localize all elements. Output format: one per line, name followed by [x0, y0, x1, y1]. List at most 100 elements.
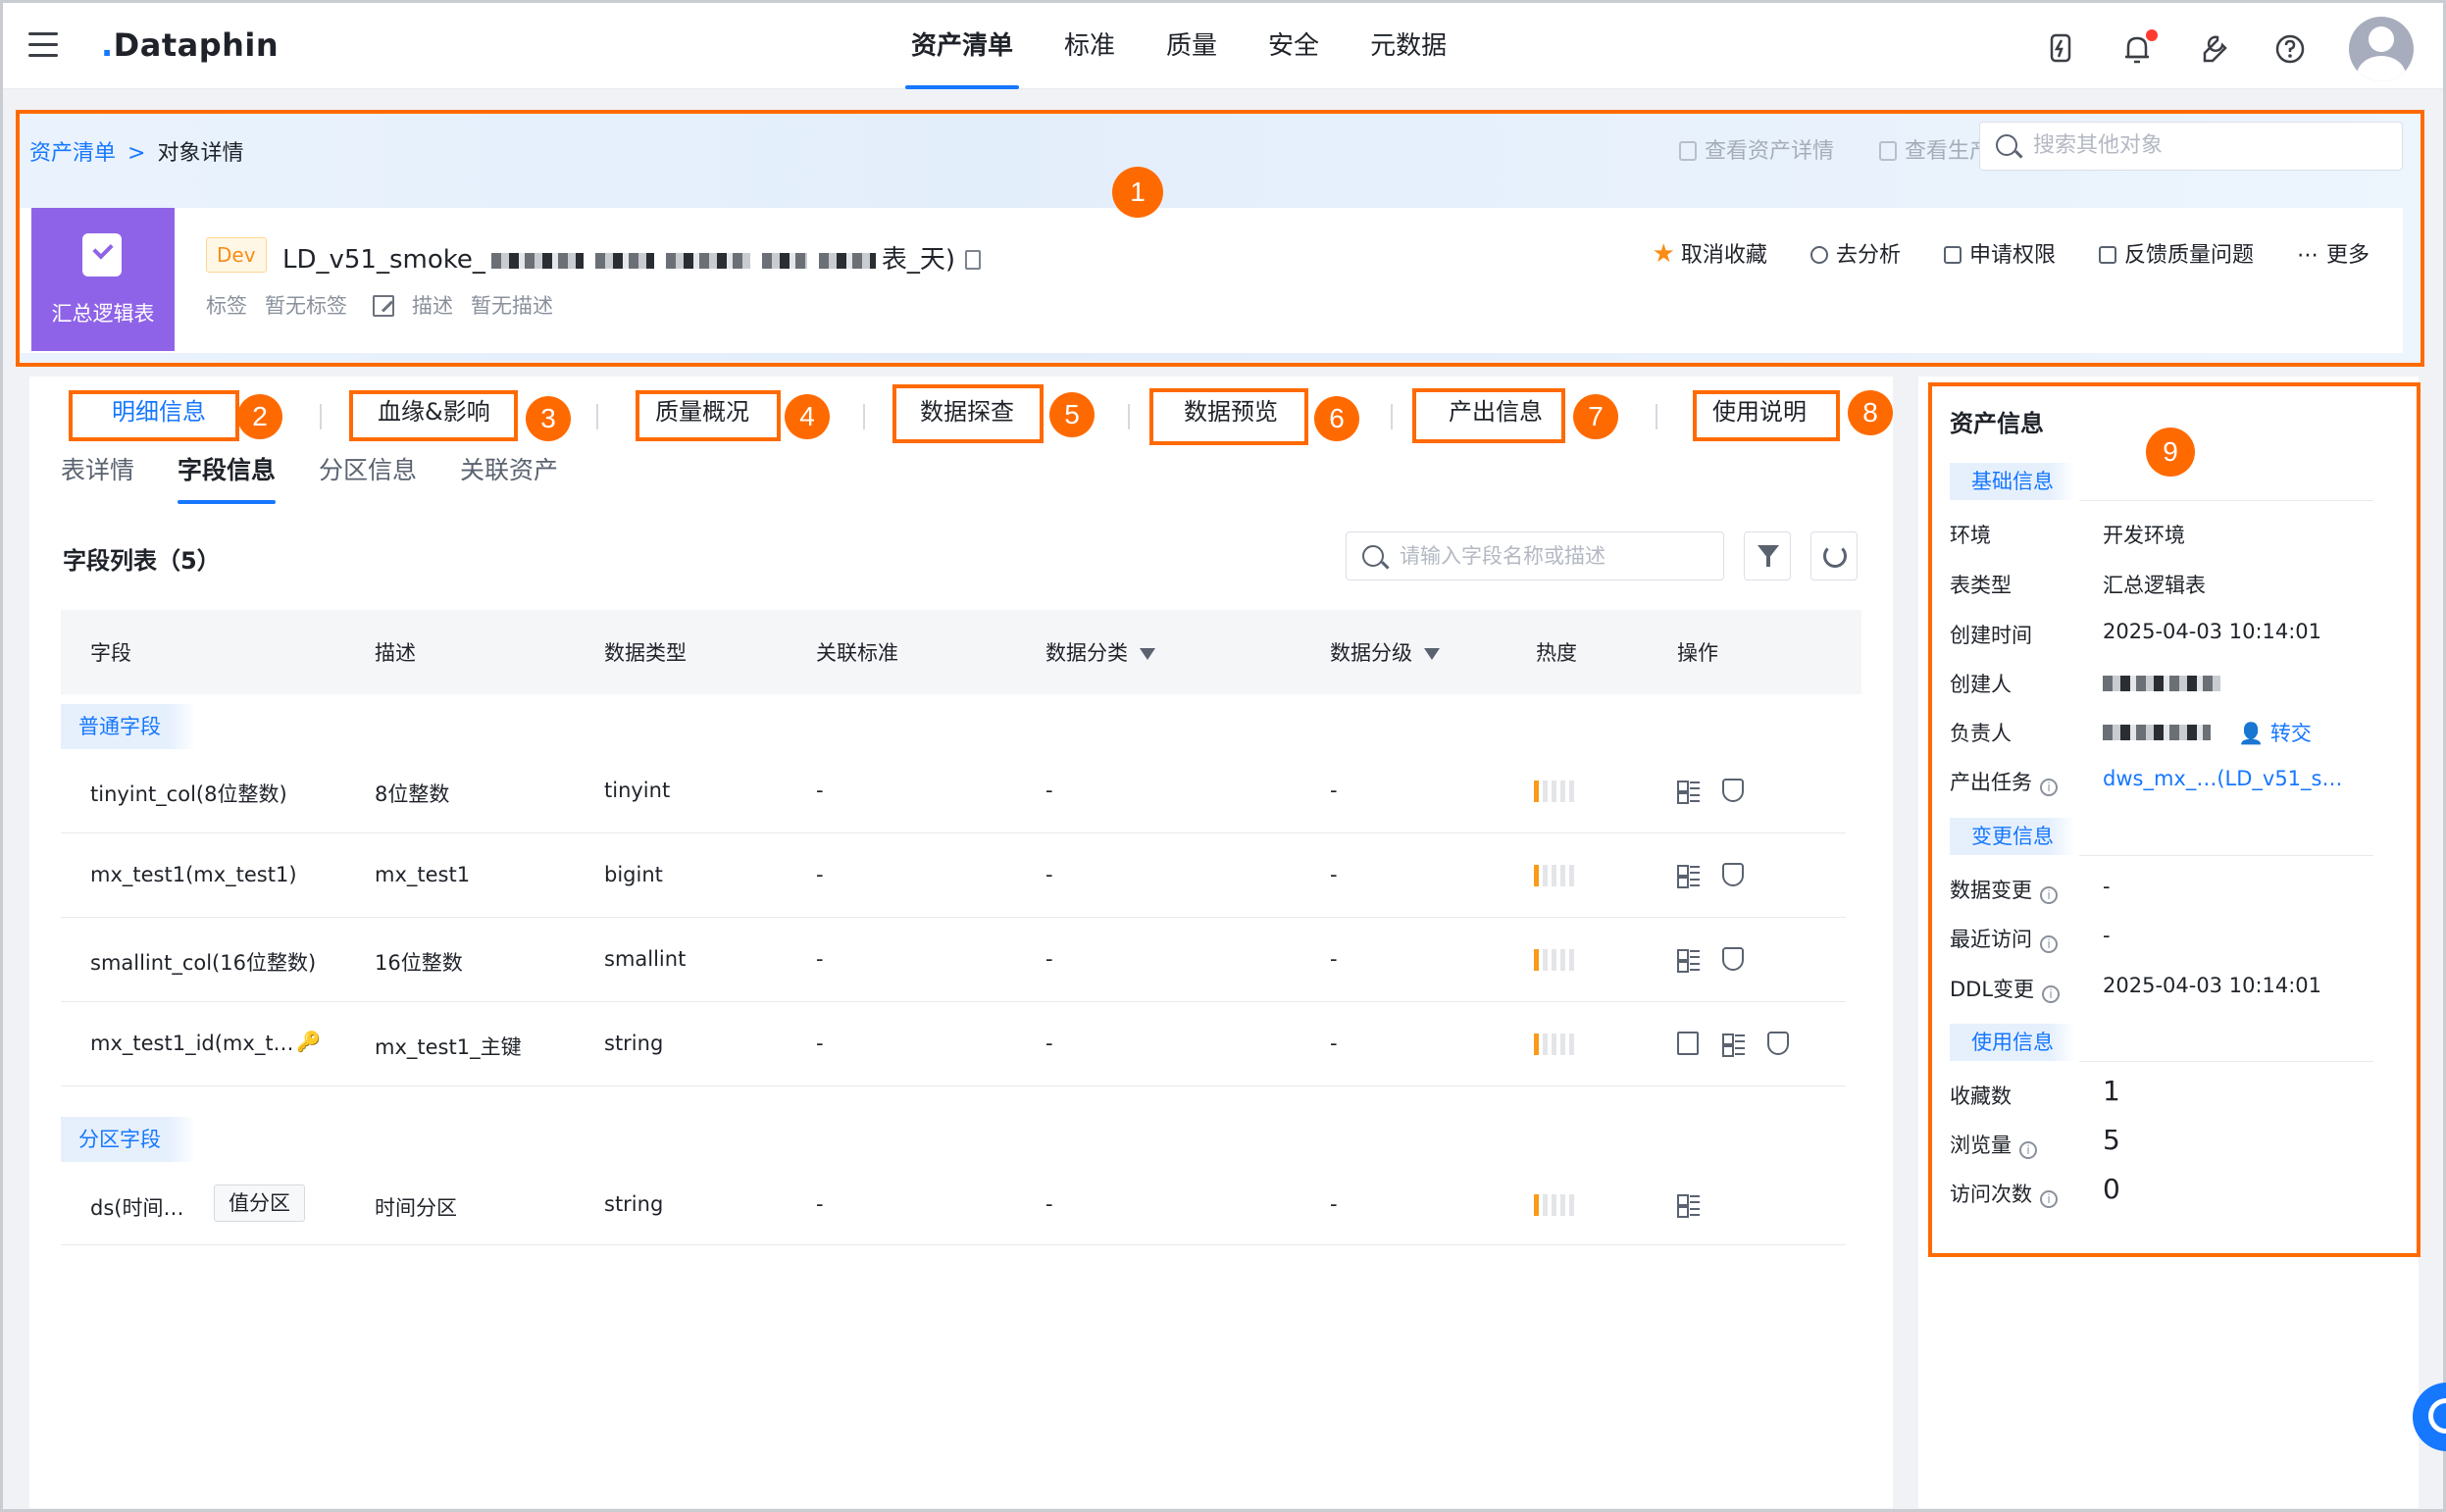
subtab-table-detail[interactable]: 表详情 [61, 451, 134, 504]
annotation-badge-7: 7 [1573, 394, 1618, 439]
heat-bar [1534, 781, 1574, 802]
annotation-badge-3: 3 [526, 396, 571, 441]
subtab-related-assets[interactable]: 关联资产 [460, 451, 558, 504]
cell-desc: 时间分区 [375, 1196, 457, 1220]
nav-tab-metadata[interactable]: 元数据 [1345, 3, 1472, 89]
table-row[interactable]: ds(时间… 值分区 时间分区 string - - - [61, 1163, 1846, 1245]
filter-icon[interactable] [1140, 648, 1155, 660]
annotation-badge-2: 2 [237, 394, 282, 439]
nav-icons [2043, 17, 2414, 81]
cell-type: smallint [604, 947, 687, 971]
annotation-box-9 [1928, 382, 2421, 1257]
cell-standard: - [816, 947, 824, 971]
filter-icon[interactable] [1424, 648, 1440, 660]
power-icon[interactable] [2043, 31, 2078, 67]
annotation-badge-8: 8 [1848, 390, 1893, 435]
logo-text: Dataphin [113, 26, 280, 64]
col-field: 字段 [90, 641, 131, 665]
table-header: 字段 描述 数据类型 关联标准 数据分类 数据分级 热度 操作 [61, 610, 1861, 694]
annotation-box-1 [16, 110, 2424, 367]
col-heat: 热度 [1536, 641, 1577, 665]
bell-icon[interactable] [2119, 29, 2158, 67]
shield-icon[interactable] [1722, 779, 1744, 802]
col-desc: 描述 [375, 641, 416, 665]
cell-level: - [1330, 1032, 1338, 1055]
cell-standard: - [816, 779, 824, 802]
cell-desc: mx_test1_主键 [375, 1035, 522, 1059]
tab-divider [1128, 404, 1130, 429]
shield-icon[interactable] [1767, 1032, 1789, 1055]
shield-icon[interactable] [1722, 863, 1744, 886]
cell-desc: mx_test1 [375, 863, 471, 886]
col-classification[interactable]: 数据分类 [1045, 637, 1155, 667]
heat-bar [1534, 1033, 1574, 1055]
cell-desc: 8位整数 [375, 782, 450, 806]
user-avatar[interactable] [2349, 17, 2414, 81]
menu-icon[interactable] [28, 32, 58, 58]
refresh-button[interactable] [1810, 531, 1858, 580]
help-icon[interactable] [2272, 31, 2308, 67]
table-row[interactable]: smallint_col(16位整数) 16位整数 smallint - - - [61, 918, 1846, 1002]
nav-tab-standard[interactable]: 标准 [1039, 3, 1141, 89]
cell-classification: - [1045, 1192, 1053, 1216]
doc-search-icon[interactable] [1677, 1032, 1699, 1055]
group-partition-fields: 分区字段 [61, 1117, 196, 1162]
detail-list-icon[interactable] [1677, 947, 1700, 973]
table-row[interactable]: tinyint_col(8位整数) 8位整数 tinyint - - - [61, 749, 1846, 833]
cell-field: smallint_col(16位整数) [90, 951, 317, 975]
cell-classification: - [1045, 779, 1053, 802]
cell-field: ds(时间… [90, 1196, 184, 1220]
filter-icon [1758, 545, 1779, 567]
nav-tab-security[interactable]: 安全 [1243, 3, 1345, 89]
table-row[interactable]: mx_test1(mx_test1) mx_test1 bigint - - - [61, 833, 1846, 918]
annotation-box-3 [349, 390, 518, 441]
app-logo[interactable]: .Dataphin [101, 26, 279, 64]
filter-button[interactable] [1744, 531, 1791, 580]
tab-divider [863, 404, 865, 429]
nav-tabs: 资产清单 标准 质量 安全 元数据 [886, 3, 1472, 89]
cell-field: mx_test1(mx_test1) [90, 863, 297, 886]
col-classification-label: 数据分类 [1045, 641, 1128, 665]
annotation-box-7 [1412, 388, 1565, 443]
field-list-title: 字段列表（5） [63, 547, 221, 575]
detail-list-icon[interactable] [1677, 863, 1700, 888]
detail-list-icon[interactable] [1677, 1192, 1700, 1218]
cell-desc: 16位整数 [375, 951, 463, 975]
cell-standard: - [816, 863, 824, 886]
shield-icon[interactable] [1722, 947, 1744, 971]
refresh-icon [1823, 544, 1847, 568]
col-type: 数据类型 [604, 641, 687, 665]
field-search-input[interactable]: 请输入字段名称或描述 [1346, 531, 1724, 580]
cell-field: mx_test1_id(mx_t… [90, 1032, 294, 1055]
col-level[interactable]: 数据分级 [1330, 637, 1440, 667]
tab-divider [596, 404, 598, 429]
subtab-partition-info[interactable]: 分区信息 [319, 451, 417, 504]
nav-tab-quality[interactable]: 质量 [1141, 3, 1243, 89]
detail-list-icon[interactable] [1722, 1032, 1745, 1057]
cell-level: - [1330, 863, 1338, 886]
cell-level: - [1330, 1192, 1338, 1216]
annotation-box-2 [69, 390, 239, 441]
annotation-badge-4: 4 [785, 394, 830, 439]
detail-list-icon[interactable] [1677, 779, 1700, 804]
wrench-icon[interactable] [2196, 31, 2231, 67]
annotation-badge-1: 1 [1112, 167, 1163, 218]
cell-field: tinyint_col(8位整数) [90, 782, 287, 806]
cell-level: - [1330, 779, 1338, 802]
subtab-field-info[interactable]: 字段信息 [178, 451, 277, 504]
col-actions: 操作 [1677, 641, 1718, 665]
annotation-box-4 [636, 390, 781, 441]
col-level-label: 数据分级 [1330, 641, 1412, 665]
nav-tab-assets[interactable]: 资产清单 [886, 3, 1039, 89]
group-normal-fields: 普通字段 [61, 704, 196, 749]
cell-level: - [1330, 947, 1338, 971]
annotation-box-5 [892, 384, 1044, 443]
heat-bar [1534, 865, 1574, 886]
tab-divider [1656, 404, 1657, 429]
cell-type: tinyint [604, 779, 671, 802]
cell-classification: - [1045, 947, 1053, 971]
cell-type: string [604, 1192, 664, 1216]
table-row[interactable]: mx_test1_id(mx_t… 🔑 mx_test1_主键 string -… [61, 1002, 1846, 1086]
cell-type: bigint [604, 863, 663, 886]
annotation-badge-6: 6 [1314, 396, 1359, 441]
